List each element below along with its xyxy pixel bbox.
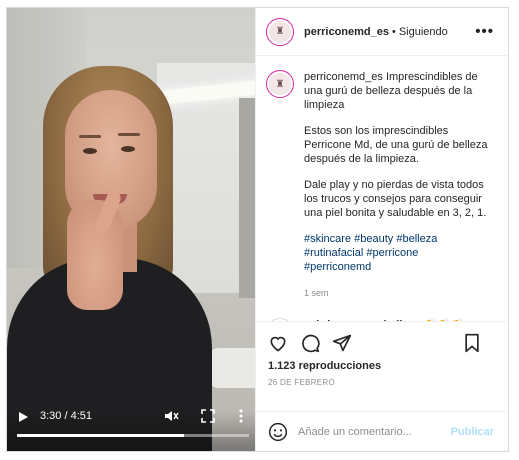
hashtag-link[interactable]: #beauty — [354, 233, 393, 245]
person-brow — [118, 133, 140, 136]
person-brow — [79, 135, 101, 138]
post-header: ♜ perriconemd_es • Siguiendo ••• — [256, 8, 508, 56]
video-progress-fill — [17, 434, 185, 437]
person-eye — [83, 148, 97, 154]
more-options-icon[interactable]: ••• — [475, 23, 494, 40]
post-date: 26 DE FEBRERO — [268, 378, 336, 387]
avatar[interactable]: ♜ — [266, 70, 294, 98]
caption-paragraph: Dale play y no pierdas de vista todos lo… — [304, 179, 487, 219]
comment-username[interactable]: sabrinanavarrobelleza — [304, 319, 420, 321]
caption-body: perriconemd_es Imprescindibles de una gu… — [304, 70, 494, 300]
publish-button[interactable]: Publicar — [451, 426, 494, 438]
more-vertical-icon[interactable] — [233, 408, 249, 424]
emoji-icon[interactable] — [268, 422, 288, 442]
action-bar: 1.123 reproducciones 26 DE FEBRERO — [256, 321, 508, 411]
hashtags: #skincare #beauty #belleza #rutinafacial… — [304, 232, 494, 274]
action-row — [268, 330, 494, 356]
caption-paragraph: Estos son los imprescindibles Perricone … — [304, 125, 488, 165]
avatar[interactable]: SN — [266, 318, 294, 321]
heart-icon[interactable] — [268, 333, 288, 353]
hashtag-link[interactable]: #perriconemd — [304, 261, 371, 273]
background-cabinet — [239, 98, 255, 298]
view-count[interactable]: 1.123 reproducciones — [268, 360, 494, 372]
caption-username[interactable]: perriconemd_es — [304, 71, 383, 83]
comment-input[interactable] — [298, 425, 451, 438]
bookmark-icon[interactable] — [462, 333, 482, 353]
play-icon[interactable] — [19, 412, 28, 422]
video-progress-bar[interactable] — [17, 434, 249, 437]
hashtag-link[interactable]: #rutinafacial — [304, 247, 363, 259]
add-comment-bar: Publicar — [256, 411, 508, 451]
caption-age: 1 sem — [304, 288, 329, 298]
fullscreen-icon[interactable] — [200, 408, 216, 424]
hashtag-link[interactable]: #belleza — [396, 233, 437, 245]
avatar[interactable]: ♜ — [266, 17, 294, 46]
caption: ♜ perriconemd_es Imprescindibles de una … — [266, 70, 494, 300]
separator-dot: • — [391, 25, 396, 38]
video-player[interactable]: 3:30 / 4:51 — [7, 8, 255, 451]
header-username[interactable]: perriconemd_es — [304, 26, 389, 38]
post-dialog: 3:30 / 4:51 ♜ perriconemd_es • Siguiendo… — [6, 7, 509, 452]
comments-area[interactable]: ♜ perriconemd_es Imprescindibles de una … — [256, 56, 508, 321]
hashtag-link[interactable]: #perricone — [366, 247, 418, 259]
video-time: 3:30 / 4:51 — [40, 410, 92, 422]
follow-status-button[interactable]: Siguiendo — [399, 26, 448, 38]
mute-icon[interactable] — [163, 408, 179, 424]
comment-icon[interactable] — [300, 333, 320, 353]
share-icon[interactable] — [332, 333, 352, 353]
person-hand — [67, 200, 123, 310]
comment-body: sabrinanavarrobelleza 👏👏👏👏👏 — [304, 318, 474, 321]
hashtag-link[interactable]: #skincare — [304, 233, 351, 245]
background-sink — [207, 348, 255, 388]
person-eye — [121, 146, 135, 152]
post-side-panel: ♜ perriconemd_es • Siguiendo ••• ♜ perri… — [255, 8, 508, 451]
avatar-image: ♜ — [269, 73, 291, 95]
avatar-image: ♜ — [269, 20, 291, 43]
comment-item: SN sabrinanavarrobelleza 👏👏👏👏👏 — [266, 318, 494, 321]
